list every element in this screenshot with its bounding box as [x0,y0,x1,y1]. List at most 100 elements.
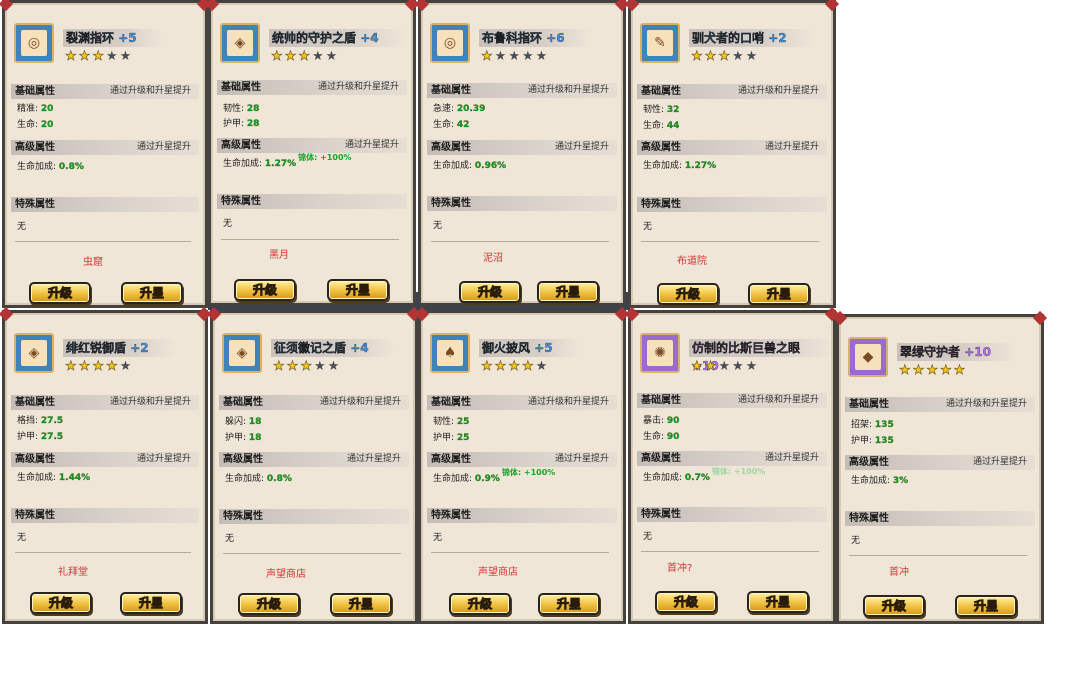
star-icon: ★ [311,49,324,64]
item-art: ✺ [647,340,673,366]
upgrade-button[interactable]: 升级 [30,592,92,614]
star-icon: ★ [508,49,520,64]
stat-value: 18 [248,417,262,427]
stat-row: 招架: 135 [851,420,894,431]
stat-value: 90 [666,432,680,442]
stat-label: 格挡: [17,416,39,426]
divider [641,551,819,552]
shield-icon: ◈ [222,333,262,373]
stat-row: 生命: 90 [643,432,680,443]
star-up-button[interactable]: 升星 [120,592,182,614]
special-attributes-header: 特殊属性 [219,509,409,524]
stat-value: 20 [40,104,54,114]
upgrade-button[interactable]: 升级 [234,279,296,301]
stat-row: 生命: 44 [643,121,680,132]
section-label: 基础属性 [15,397,55,408]
source-location: 虫窟 [83,257,103,268]
hp-bonus-row: 生命加成: 0.8% [17,162,84,173]
item-level: +2 [130,341,149,355]
star-icon: ★ [691,359,703,374]
item-title: 绯红锐御盾 +2 [63,339,175,357]
section-note: 通过升级和升星提升 [319,397,401,407]
shield-icon: ◈ [14,333,54,373]
basic-attributes-header: 基础属性 通过升级和升星提升 [219,395,409,410]
upgrade-button[interactable]: 升级 [29,282,91,304]
special-attributes-value: 无 [17,533,27,543]
item-level: +4 [360,31,379,45]
section-label: 高级属性 [223,454,263,465]
basic-attributes-header: 基础属性 通过升级和升星提升 [637,84,827,99]
star-up-button[interactable]: 升星 [538,593,600,615]
section-label: 高级属性 [15,454,55,465]
item-name: 布鲁科指环 [482,31,543,45]
section-label: 基础属性 [223,397,263,408]
item-title: 仿制的比斯巨兽之眼 +10 [689,339,833,373]
section-label: 特殊属性 [641,509,681,520]
stat-row: 暴击: 90 [643,416,680,427]
section-label: 基础属性 [431,85,471,96]
basic-attributes-header: 基础属性 通过升级和升星提升 [637,393,827,408]
star-icon: ★ [718,49,730,64]
section-note: 通过升级和升星提升 [737,395,819,405]
item-level: +4 [350,341,369,355]
item-art: ◎ [21,30,47,56]
stat-row: 精准: 20 [17,104,54,115]
divider [15,241,191,242]
stat-row: 急速: 20.39 [433,104,485,115]
upgrade-button[interactable]: 升级 [657,283,719,305]
section-label: 高级属性 [221,140,261,151]
star-up-button[interactable]: 升星 [330,593,392,615]
hp-bonus-label: 生命加成: [433,474,473,484]
hp-bonus-label: 生命加成: [223,159,263,169]
hp-bonus-value: 0.9% [474,474,500,484]
section-label: 基础属性 [221,82,261,93]
star-icon: ★ [745,359,758,374]
stat-value: 28 [246,119,260,129]
star-icon: ★ [521,49,534,64]
source-location: 首冲? [667,563,693,574]
upgrade-button[interactable]: 升级 [863,595,925,617]
star-up-button[interactable]: 升星 [121,282,183,304]
section-label: 特殊属性 [15,510,55,521]
section-note: 通过升星提升 [346,454,401,464]
section-note: 通过升级和升星提升 [527,397,609,407]
hp-bonus-value: 0.8% [266,474,292,484]
stat-value: 27.5 [40,432,64,442]
star-icon: ★ [92,359,104,374]
star-icon: ★ [271,49,283,64]
star-up-button[interactable]: 升星 [955,595,1017,617]
star-icon: ★ [535,359,548,374]
upgrade-button[interactable]: 升级 [449,593,511,615]
special-attributes-header: 特殊属性 [427,196,617,211]
star-rating: ★ ★ ★ ★ ★ [481,49,548,64]
star-up-button[interactable]: 升星 [748,283,810,305]
star-up-button[interactable]: 升星 [747,591,809,613]
section-note: 通过升星提升 [972,457,1027,467]
item-name: 御火披风 [482,341,531,355]
section-label: 基础属性 [849,399,889,410]
upgrade-button[interactable]: 升级 [238,593,300,615]
star-icon: ★ [65,359,77,374]
advanced-attributes-header: 高级属性 通过升星提升 [11,452,199,467]
section-note: 通过升星提升 [764,142,819,152]
upgrade-button[interactable]: 升级 [459,281,521,303]
star-rating: ★ ★ ★ ★ ★ [481,359,548,374]
star-rating: ★ ★ ★ ★ ★ [65,359,132,374]
star-icon: ★ [481,49,493,64]
stat-label: 急速: [433,104,455,114]
item-level: +10 [964,345,991,359]
star-icon: ★ [494,49,507,64]
star-up-button[interactable]: 升星 [537,281,599,303]
upgrade-button[interactable]: 升级 [655,591,717,613]
star-icon: ★ [521,359,534,374]
equipment-card: ◆ 翠绿守护者 +10 ★ ★ ★ ★ ★ 基础属性 通过升级和升星提升 高级属性 通过升星提升 特殊… [836,314,1044,624]
section-note: 通过升星提升 [554,454,609,464]
advanced-attributes-header: 高级属性 通过升星提升 [427,140,617,155]
hp-bonus-row: 生命加成: 1.27% [643,161,716,172]
star-up-button[interactable]: 升星 [327,279,389,301]
section-note: 通过升级和升星提升 [109,86,191,96]
stat-row: 韧性: 25 [433,417,470,428]
star-icon: ★ [745,49,758,64]
star-icon: ★ [899,363,911,378]
star-icon: ★ [298,49,310,64]
